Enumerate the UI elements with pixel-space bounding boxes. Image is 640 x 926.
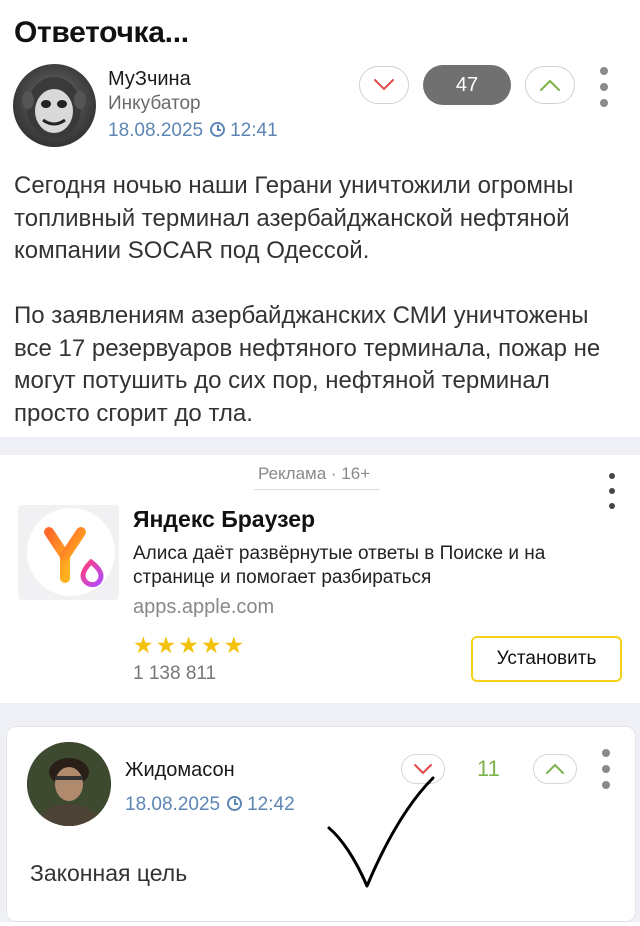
ad-block[interactable]: Реклама · 16+ Яндекс Браузер Алиса даёт … xyxy=(0,455,640,703)
upvote-button[interactable] xyxy=(525,66,575,104)
post-rating: 47 xyxy=(423,65,511,105)
post-body: Сегодня ночью наши Герани уничтожили огр… xyxy=(14,170,626,430)
post-menu-button[interactable] xyxy=(598,67,610,107)
comment-datetime: 18.08.2025 12:42 xyxy=(125,794,295,816)
menu-dot xyxy=(609,503,615,509)
ad-label-underline xyxy=(254,489,380,490)
post-title: Ответочка... xyxy=(14,16,189,49)
menu-dot xyxy=(600,83,608,91)
section-divider xyxy=(0,437,640,455)
yandex-y-icon xyxy=(44,527,104,588)
author-avatar[interactable] xyxy=(13,64,96,147)
ad-domain: apps.apple.com xyxy=(133,596,275,618)
yandex-browser-logo[interactable] xyxy=(18,505,119,600)
post-header: МуЗчина Инкубатор 18.08.2025 12:41 47 xyxy=(0,62,640,152)
menu-dot xyxy=(609,488,615,494)
downvote-button[interactable] xyxy=(359,66,409,104)
chevron-up-icon xyxy=(540,79,560,91)
star-rating: ★★★★★ xyxy=(133,632,247,658)
install-button[interactable]: Установить xyxy=(471,636,622,682)
post-datetime: 18.08.2025 12:41 xyxy=(108,120,278,142)
ad-reviews-count: 1 138 811 xyxy=(133,663,217,684)
comment-upvote-button[interactable] xyxy=(533,754,577,784)
clock-icon xyxy=(227,796,243,811)
post-paragraph: По заявлениям азербайджанских СМИ уничто… xyxy=(14,302,601,427)
author-rank: Инкубатор xyxy=(108,93,201,114)
menu-dot xyxy=(600,67,608,75)
ad-title[interactable]: Яндекс Браузер xyxy=(133,506,315,533)
ad-menu-button[interactable] xyxy=(606,473,618,509)
commenter-avatar[interactable] xyxy=(27,742,111,826)
ad-label: Реклама · 16+ xyxy=(258,464,371,483)
chevron-up-icon xyxy=(546,763,564,774)
clock-icon xyxy=(210,122,226,137)
logo-circle xyxy=(27,508,115,596)
chevron-down-icon xyxy=(414,764,432,775)
comment-date: 18.08.2025 xyxy=(125,794,221,815)
comment-menu-button[interactable] xyxy=(600,749,612,789)
commenter-name[interactable]: Жидомасон xyxy=(125,759,235,782)
handdrawn-checkmark xyxy=(327,776,435,888)
person-avatar-image xyxy=(27,742,111,826)
post-time: 12:41 xyxy=(230,120,278,141)
menu-dot xyxy=(600,99,608,107)
menu-dot xyxy=(602,749,610,757)
comment-rating: 11 xyxy=(477,756,500,781)
menu-dot xyxy=(602,765,610,773)
comment-card: Жидомасон 18.08.2025 12:42 11 Законная це… xyxy=(6,726,636,922)
comment-text: Законная цель xyxy=(30,860,188,886)
comment-time: 12:42 xyxy=(247,794,295,815)
chevron-down-icon xyxy=(374,79,394,91)
ad-description: Алиса даёт развёрнутые ответы в Поиске и… xyxy=(133,543,546,588)
monkey-mask-avatar-image xyxy=(22,77,86,139)
post-paragraph: Сегодня ночью наши Герани уничтожили огр… xyxy=(14,172,574,264)
author-name[interactable]: МуЗчина xyxy=(108,68,191,91)
menu-dot xyxy=(609,473,615,479)
post-date: 18.08.2025 xyxy=(108,120,204,141)
menu-dot xyxy=(602,781,610,789)
